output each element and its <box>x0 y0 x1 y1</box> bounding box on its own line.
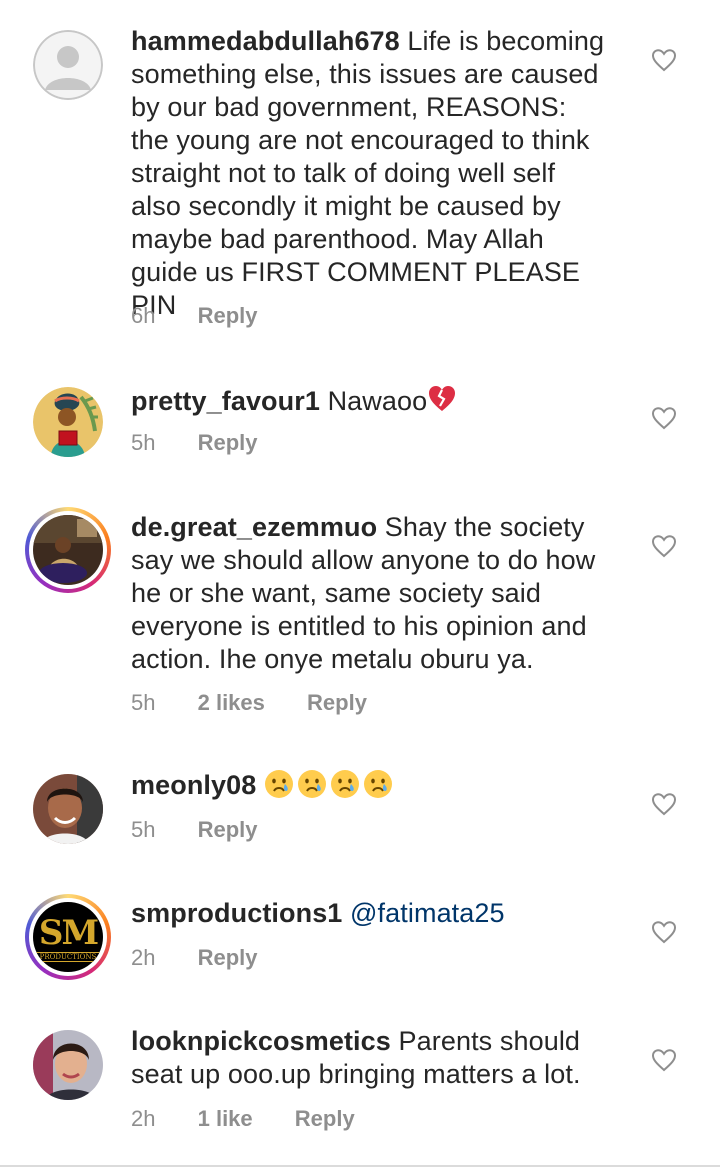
reply-button[interactable]: Reply <box>307 690 367 716</box>
heart-icon[interactable] <box>651 534 677 558</box>
timestamp: 2h <box>131 945 156 970</box>
comment-line: also secondly it might be caused by <box>131 191 561 221</box>
comment-meta: 6h Reply <box>131 303 258 329</box>
default-avatar-icon <box>33 30 103 100</box>
comment-line: Parents should <box>398 1026 581 1056</box>
reply-button[interactable]: Reply <box>198 945 258 971</box>
username[interactable]: smproductions1 <box>131 898 342 928</box>
comment-text: pretty_favour1 Nawaoo <box>131 384 631 418</box>
avatar-illustration <box>33 387 103 457</box>
avatar-photo <box>33 515 103 585</box>
avatar-story-ring[interactable] <box>25 507 111 593</box>
avatar[interactable] <box>33 1030 103 1100</box>
timestamp: 5h <box>131 817 156 842</box>
avatar-story-ring[interactable]: SM PRODUCTIONS <box>25 894 111 980</box>
crying-face-icon <box>330 770 359 798</box>
mention-link[interactable]: @fatimata25 <box>350 898 505 928</box>
comment-meta: 5h Reply <box>131 817 258 843</box>
comment-text: meonly08 <box>131 769 631 802</box>
comment-meta: 2h 1 like Reply <box>131 1106 355 1132</box>
avatar[interactable] <box>33 387 103 457</box>
reply-button[interactable]: Reply <box>198 303 258 329</box>
username[interactable]: pretty_favour1 <box>131 386 320 416</box>
likes-count[interactable]: 2 likes <box>198 690 265 716</box>
crying-face-icon <box>264 770 293 798</box>
comment-line: by our bad government, REASONS: <box>131 92 567 122</box>
broken-heart-icon <box>429 386 456 411</box>
comment-text: de.great_ezemmuo Shay the society say we… <box>131 511 631 676</box>
comment-meta: 5h Reply <box>131 430 258 456</box>
comment-meta: 5h 2 likes Reply <box>131 690 367 716</box>
emoji-group <box>264 770 396 800</box>
comment-line: say we should allow anyone to do how <box>131 545 596 575</box>
comment-line: Shay the society <box>384 512 585 542</box>
heart-icon[interactable] <box>651 920 677 944</box>
avatar-logo-text: SM <box>38 913 99 953</box>
heart-icon[interactable] <box>651 1048 677 1072</box>
comment-text: looknpickcosmetics Parents should seat u… <box>131 1025 631 1091</box>
comment-meta: 2h Reply <box>131 945 258 971</box>
username[interactable]: meonly08 <box>131 770 256 800</box>
avatar-logo-subtext: PRODUCTIONS <box>33 952 103 962</box>
username[interactable]: hammedabdullah678 <box>131 26 400 56</box>
username[interactable]: de.great_ezemmuo <box>131 512 377 542</box>
avatar[interactable] <box>33 30 103 100</box>
avatar-photo <box>33 774 103 844</box>
comment-line: action. Ihe onye metalu oburu ya. <box>131 644 534 674</box>
timestamp: 6h <box>131 303 156 328</box>
username[interactable]: looknpickcosmetics <box>131 1026 391 1056</box>
heart-icon[interactable] <box>651 48 677 72</box>
crying-face-icon <box>297 770 326 798</box>
avatar-photo <box>33 1030 103 1100</box>
reply-button[interactable]: Reply <box>198 817 258 843</box>
timestamp: 2h <box>131 1106 156 1131</box>
comment-line: Life is becoming <box>407 26 605 56</box>
comment-line: straight not to talk of doing well self <box>131 158 556 188</box>
reply-button[interactable]: Reply <box>295 1106 355 1132</box>
comment-line: everyone is entitled to his opinion and <box>131 611 587 641</box>
reply-button[interactable]: Reply <box>198 430 258 456</box>
likes-count[interactable]: 1 like <box>198 1106 253 1132</box>
avatar: SM PRODUCTIONS <box>33 902 103 972</box>
comment-line: seat up ooo.up bringing matters a lot. <box>131 1059 581 1089</box>
avatar <box>33 515 103 585</box>
crying-face-icon <box>363 770 392 798</box>
comment-line: Nawaoo <box>327 386 428 416</box>
comment-line: maybe bad parenthood. May Allah <box>131 224 544 254</box>
comment-line: something else, this issues are caused <box>131 59 599 89</box>
comment-line: the young are not encouraged to think <box>131 125 590 155</box>
heart-icon[interactable] <box>651 792 677 816</box>
heart-icon[interactable] <box>651 406 677 430</box>
comment-text: hammedabdullah678 Life is becoming somet… <box>131 25 631 322</box>
timestamp: 5h <box>131 690 156 715</box>
timestamp: 5h <box>131 430 156 455</box>
comment-text: smproductions1 @fatimata25 <box>131 897 631 930</box>
comment-line: he or she want, same society said <box>131 578 542 608</box>
avatar[interactable] <box>33 774 103 844</box>
